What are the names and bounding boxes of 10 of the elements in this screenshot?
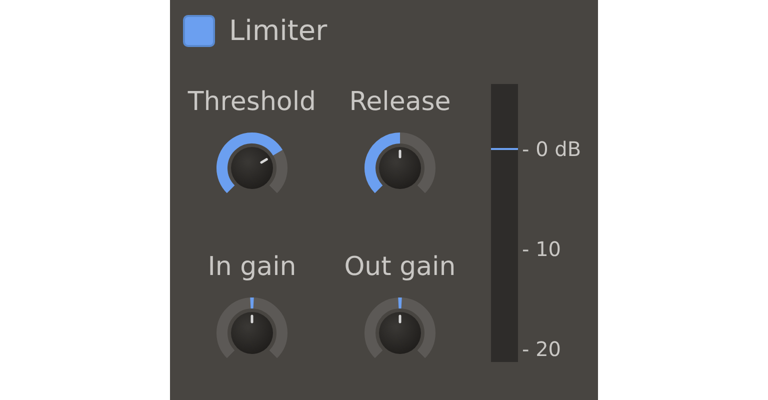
meter-scale-label: - 0 dB <box>522 137 582 161</box>
knob-label: In gain <box>208 251 296 284</box>
knob-label: Threshold <box>188 86 316 119</box>
panel-title: Limiter <box>229 14 328 47</box>
threshold-marker <box>491 148 518 150</box>
knob-label: Out gain <box>344 251 456 284</box>
enable-checkbox[interactable] <box>183 14 215 46</box>
knob-label: Release <box>349 86 451 119</box>
meter-scale-label: - 20 <box>522 337 562 361</box>
meter-scale-label: - 10 <box>522 237 562 261</box>
